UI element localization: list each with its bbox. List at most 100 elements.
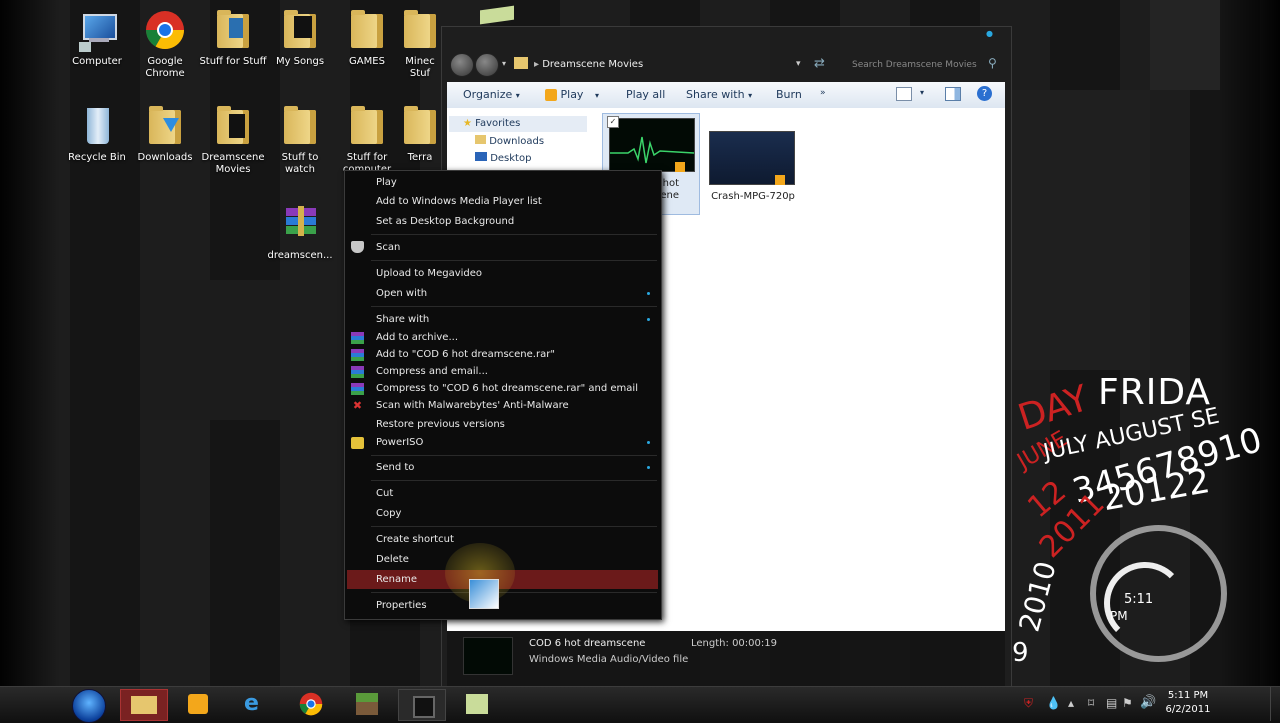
nav-downloads[interactable]: Downloads [475,134,544,150]
menu-item-properties[interactable]: Properties [376,598,427,614]
desktop-icon-stuff-for-computer[interactable]: Stuff for computer [332,104,402,176]
shield-tray-icon[interactable]: ⛨ [1024,696,1033,711]
menu-item-open-with[interactable]: Open with [376,286,427,302]
menu-item-send-to[interactable]: Send to [376,460,414,476]
menu-item-cut[interactable]: Cut [376,486,393,502]
back-button[interactable] [450,53,474,77]
menu-item-restore-previous-versions[interactable]: Restore previous versions [376,417,505,433]
preview-pane-icon[interactable] [945,87,961,101]
details-file-type: Windows Media Audio/Video file [529,654,689,665]
context-menu: Play Add to Windows Media Player list Se… [344,170,662,620]
desktop-icon-recycle-bin[interactable]: Recycle Bin [62,104,132,164]
address-dropdown-chevron-icon[interactable]: ▾ [796,59,801,69]
media-player-icon [188,694,208,714]
desktop-icon-minecraft-stuff[interactable]: Minec Stuf [398,8,442,80]
desktop-icon-stuff-to-watch[interactable]: Stuff to watch [265,104,335,176]
media-badge-icon [675,162,685,172]
menu-item-rename[interactable]: Rename [376,572,417,588]
nav-favorites[interactable]: ★ Favorites [449,116,587,132]
file-item[interactable]: Crash-MPG-720p [709,113,799,213]
desktop-icon-games[interactable]: GAMES [332,8,402,68]
menu-item-add-to-wmp-list[interactable]: Add to Windows Media Player list [376,194,542,210]
taskbar-sticky-notes[interactable] [454,689,500,719]
star-icon: ★ [463,118,472,129]
details-length-label: Length: [691,638,729,649]
menu-separator [371,455,657,456]
desktop-icon-partial[interactable] [480,5,520,25]
desktop-icon-label: Minec Stuf [405,56,435,79]
share-with-label: Share with [686,88,745,101]
recent-pages-chevron-icon[interactable]: ▾ [502,59,506,68]
menu-item-delete[interactable]: Delete [376,552,409,568]
desktop-icon-dreamscene-archive[interactable]: dreamscen... [265,202,335,262]
taskbar-media-player[interactable] [176,689,222,719]
nav-label: Desktop [490,153,532,164]
menu-item-copy[interactable]: Copy [376,506,401,522]
menu-item-add-to-archive[interactable]: Add to archive... [376,330,458,346]
submenu-arrow-icon [647,318,650,321]
menu-item-compress-and-email[interactable]: Compress and email... [376,364,488,380]
flag-tray-icon[interactable]: ⚑ [1122,696,1133,710]
organize-button[interactable]: Organize ▾ [463,88,520,101]
menu-item-poweriso[interactable]: PowerISO [376,435,423,451]
clock-ampm: PM [1110,609,1128,623]
tray-clock[interactable]: 5:11 PM 6/2/2011 [1160,689,1216,717]
desktop-icon-terraria[interactable]: Terra [398,104,442,164]
submenu-arrow-icon [647,292,650,295]
folder-icon [398,104,442,148]
poweriso-icon [351,437,364,449]
year-left-text: 2010 [1012,557,1063,636]
command-bar: Organize ▾ Play ▾ Play all Share with ▾ … [447,82,1005,109]
menu-item-scan[interactable]: Scan [376,240,400,256]
show-hidden-icons-chevron-icon[interactable]: ▴ [1068,696,1074,710]
usb-tray-icon[interactable]: ⌑ [1088,696,1094,710]
forward-button[interactable] [475,53,499,77]
desktop-icon-my-songs[interactable]: My Songs [265,8,335,68]
taskbar-internet-explorer[interactable]: e [232,689,278,719]
nav-desktop[interactable]: Desktop [475,151,531,167]
taskbar-minecraft[interactable] [344,689,390,719]
menu-item-compress-to-rar-and-email[interactable]: Compress to "COD 6 hot dreamscene.rar" a… [376,381,638,397]
refresh-icon[interactable]: ⇄ [814,56,825,71]
explorer-title-bar[interactable]: ● [442,27,1011,49]
desktop-icon-computer[interactable]: Computer [62,8,132,68]
volume-icon[interactable]: 🔊 [1140,695,1156,710]
menu-item-share-with[interactable]: Share with [376,312,429,328]
details-length-value: 00:00:19 [732,638,777,649]
breadcrumb-chevron-icon: ▸ [534,59,543,70]
chrome-icon [299,692,323,716]
menu-item-add-to-rar[interactable]: Add to "COD 6 hot dreamscene.rar" [376,347,555,363]
view-options-chevron-icon[interactable]: ▾ [920,88,924,97]
menu-item-scan-malwarebytes[interactable]: Scan with Malwarebytes' Anti-Malware [376,398,569,414]
burn-button[interactable]: Burn [776,88,802,101]
desktop-icon-dreamscene-movies[interactable]: Dreamscene Movies [198,104,268,176]
desktop-icon-label: Terra [407,152,433,163]
window-control-dot-icon[interactable]: ● [986,29,993,38]
taskbar: e ⛨ 💧 ▴ ⌑ ▤ ⚑ 🔊 5:11 PM 6/2/2011 [0,686,1280,723]
droplet-tray-icon[interactable]: 💧 [1046,696,1061,710]
menu-item-play[interactable]: Play [376,175,397,191]
desktop-icon-chrome[interactable]: Google Chrome [130,8,200,80]
more-commands-button[interactable]: » [820,88,826,98]
desktop-icon-stuff-for-stuff[interactable]: Stuff for Stuff [198,8,268,68]
menu-item-set-desktop-background[interactable]: Set as Desktop Background [376,214,514,230]
start-button[interactable] [72,689,106,723]
selection-checkbox[interactable]: ✓ [607,116,619,128]
share-with-button[interactable]: Share with ▾ [686,88,752,101]
change-view-icon[interactable] [896,87,912,101]
taskbar-camera-app[interactable] [398,689,446,721]
breadcrumb[interactable]: Dreamscene Movies [542,59,643,70]
play-button[interactable]: Play ▾ [545,88,599,101]
taskbar-explorer[interactable] [120,689,168,721]
wallpaper-tile [1150,0,1220,90]
show-desktop-button[interactable] [1270,687,1280,721]
search-icon[interactable]: ⚲ [988,56,997,70]
menu-item-create-shortcut[interactable]: Create shortcut [376,532,454,548]
play-all-button[interactable]: Play all [626,88,665,101]
help-icon[interactable]: ? [977,86,992,101]
menu-item-upload-megavideo[interactable]: Upload to Megavideo [376,266,482,282]
search-input[interactable]: Search Dreamscene Movies [844,55,997,75]
network-tray-icon[interactable]: ▤ [1106,696,1117,710]
desktop-icon-downloads[interactable]: Downloads [130,104,200,164]
taskbar-chrome[interactable] [288,689,334,719]
